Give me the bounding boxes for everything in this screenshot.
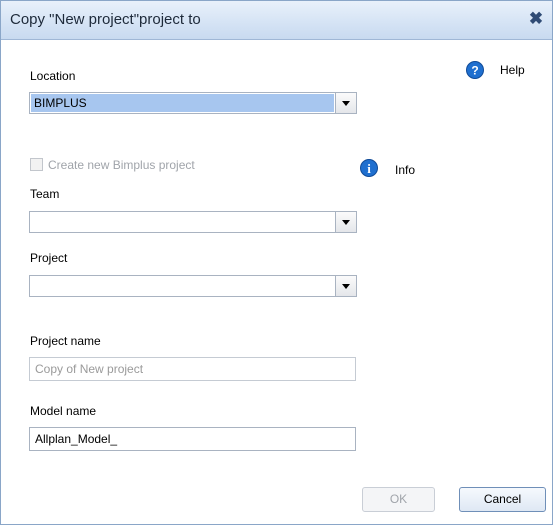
team-dropdown[interactable]	[29, 211, 357, 233]
location-label: Location	[30, 69, 76, 83]
project-label: Project	[30, 251, 68, 265]
svg-text:?: ?	[471, 64, 478, 78]
close-icon[interactable]: ✖	[526, 9, 546, 29]
model-name-label: Model name	[30, 404, 97, 418]
team-dropdown-button[interactable]	[335, 212, 356, 232]
location-dropdown-button[interactable]	[335, 93, 356, 113]
location-selected-value: BIMPLUS	[31, 94, 334, 112]
project-dropdown-button[interactable]	[335, 276, 356, 296]
help-label[interactable]: Help	[500, 63, 525, 77]
project-dropdown[interactable]	[29, 275, 357, 297]
dialog-title: Copy "New project"project to	[10, 11, 201, 28]
chevron-down-icon	[342, 101, 350, 106]
svg-text:i: i	[367, 161, 371, 176]
info-label[interactable]: Info	[395, 163, 415, 177]
team-selected-value	[31, 213, 334, 231]
help-icon[interactable]: ?	[466, 61, 484, 79]
project-name-label: Project name	[30, 334, 101, 348]
location-dropdown[interactable]: BIMPLUS	[29, 92, 357, 114]
info-icon[interactable]: i	[360, 159, 378, 177]
model-name-input[interactable]: Allplan_Model_	[29, 427, 356, 451]
project-selected-value	[31, 277, 334, 295]
title-bar[interactable]: Copy "New project"project to ✖	[1, 1, 552, 40]
chevron-down-icon	[342, 220, 350, 225]
cancel-button[interactable]: Cancel	[459, 487, 546, 512]
chevron-down-icon	[342, 284, 350, 289]
project-name-input[interactable]: Copy of New project	[29, 357, 356, 381]
ok-button[interactable]: OK	[362, 487, 435, 512]
create-new-project-label: Create new Bimplus project	[48, 158, 195, 172]
create-new-project-checkbox[interactable]	[30, 158, 43, 171]
team-label: Team	[30, 187, 60, 201]
copy-project-dialog: Copy "New project"project to ✖ ? Help Lo…	[0, 0, 553, 525]
